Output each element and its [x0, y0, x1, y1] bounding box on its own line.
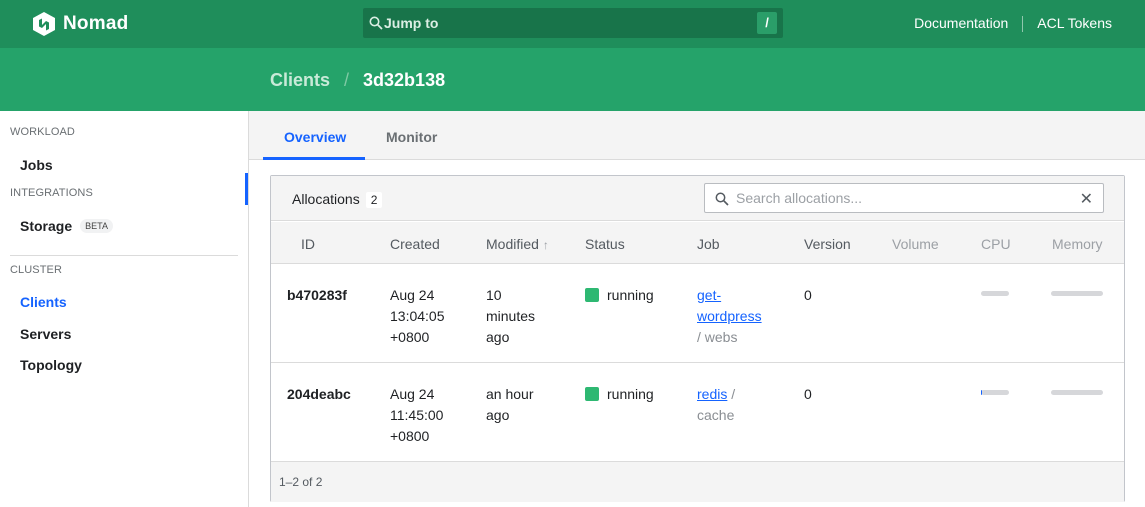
modified-line: 10: [486, 287, 502, 303]
table-footer: 1–2 of 2: [271, 462, 1124, 502]
sort-ascending-icon: ↑: [542, 238, 549, 252]
sidebar-active-indicator: [245, 173, 248, 205]
top-links: Documentation ACL Tokens: [914, 15, 1112, 32]
memory-usage-bar: [1051, 291, 1103, 296]
top-nav: Nomad Jump to / Documentation ACL Tokens: [0, 0, 1145, 48]
allocation-modified: an hour ago: [486, 384, 533, 426]
running-status-icon: [585, 387, 599, 401]
sidebar-item-servers[interactable]: Servers: [20, 326, 71, 342]
sidebar-section-integrations: INTEGRATIONS: [10, 187, 93, 199]
link-divider: [1022, 16, 1024, 32]
cpu-usage-fill: [981, 390, 982, 395]
created-time: 11:45:00: [390, 407, 444, 423]
tab-bar: Overview Monitor: [249, 111, 1145, 160]
sidebar-item-storage-label: Storage: [20, 218, 73, 234]
allocation-version: 0: [804, 287, 812, 303]
allocation-job: get- wordpress / webs: [697, 285, 762, 348]
allocation-created: Aug 24 13:04:05 +0800: [390, 285, 445, 348]
search-icon: [369, 16, 383, 30]
task-group-name: / webs: [697, 329, 738, 345]
job-separator: /: [731, 386, 736, 402]
cpu-usage-bar: [981, 291, 1009, 296]
acl-tokens-link[interactable]: ACL Tokens: [1037, 15, 1112, 32]
modified-line: an hour: [486, 386, 534, 402]
tab-active-underline: [263, 157, 365, 160]
task-group-name: cache: [697, 407, 735, 423]
clear-search-icon[interactable]: ✕: [1080, 189, 1093, 209]
allocation-search: ✕: [704, 183, 1104, 213]
sidebar-item-clients[interactable]: Clients: [20, 294, 67, 310]
table-row[interactable]: b470283f Aug 24 13:04:05 +0800 10 minute…: [271, 264, 1124, 363]
allocation-job: redis / cache: [697, 384, 735, 426]
column-modified[interactable]: Modified ↑: [486, 236, 549, 252]
breadcrumb-current: 3d32b138: [363, 70, 446, 90]
column-memory: Memory: [1052, 236, 1103, 252]
pagination-info: 1–2 of 2: [279, 475, 323, 489]
jump-shortcut-key: /: [757, 12, 777, 34]
column-job[interactable]: Job: [697, 236, 720, 252]
table-header: ID Created Modified ↑ Status Job Version…: [271, 222, 1124, 264]
job-link[interactable]: get-: [697, 287, 721, 303]
column-cpu: CPU: [981, 236, 1011, 252]
sidebar: WORKLOAD Jobs INTEGRATIONS Storage BETA C…: [0, 111, 249, 507]
allocations-header: Allocations 2 ✕: [271, 176, 1124, 221]
created-date: Aug 24: [390, 386, 435, 402]
brand-name: Nomad: [63, 13, 129, 34]
allocation-status: running: [585, 384, 654, 405]
column-volume: Volume: [892, 236, 939, 252]
table-row[interactable]: 204deabc Aug 24 11:45:00 +0800 an hour a…: [271, 363, 1124, 462]
allocations-panel: Allocations 2 ✕ ID Created Modified ↑ Sta…: [270, 175, 1125, 502]
breadcrumb-clients-link[interactable]: Clients: [270, 70, 330, 91]
modified-line: minutes: [486, 308, 536, 324]
cpu-usage-bar: [981, 390, 1009, 395]
status-text: running: [607, 287, 654, 303]
search-icon: [715, 192, 729, 206]
breadcrumb-separator: /: [344, 70, 350, 90]
sidebar-item-topology[interactable]: Topology: [20, 357, 82, 373]
sidebar-section-workload: WORKLOAD: [10, 126, 75, 138]
sidebar-section-cluster: CLUSTER: [10, 264, 63, 276]
allocation-version: 0: [804, 386, 812, 402]
sidebar-item-jobs[interactable]: Jobs: [20, 157, 53, 173]
running-status-icon: [585, 288, 599, 302]
jump-to-label: Jump to: [384, 15, 439, 31]
allocation-created: Aug 24 11:45:00 +0800: [390, 384, 443, 447]
modified-line: ago: [486, 407, 510, 423]
memory-usage-bar: [1051, 390, 1103, 395]
column-modified-label: Modified: [486, 236, 539, 252]
column-status[interactable]: Status: [585, 236, 625, 252]
column-created[interactable]: Created: [390, 236, 440, 252]
breadcrumb-bar: Clients / 3d32b138: [0, 48, 1145, 111]
documentation-link[interactable]: Documentation: [914, 15, 1008, 32]
column-version[interactable]: Version: [804, 236, 851, 252]
tab-overview[interactable]: Overview: [284, 129, 346, 145]
status-text: running: [607, 386, 654, 402]
allocations-count-badge: 2: [365, 192, 383, 208]
breadcrumb: Clients / 3d32b138: [270, 70, 445, 91]
created-date: Aug 24: [390, 287, 435, 303]
tab-monitor[interactable]: Monitor: [386, 129, 437, 145]
job-link[interactable]: wordpress: [697, 308, 762, 324]
brand-link[interactable]: Nomad: [33, 12, 128, 36]
allocation-status: running: [585, 285, 654, 306]
allocation-id[interactable]: 204deabc: [287, 384, 351, 405]
sidebar-divider: [10, 255, 238, 256]
created-tz: +0800: [390, 428, 430, 444]
created-time: 13:04:05: [390, 308, 445, 324]
nomad-logo-icon: [33, 12, 55, 36]
jump-to-search[interactable]: Jump to /: [363, 8, 783, 38]
modified-line: ago: [486, 329, 510, 345]
job-link[interactable]: redis: [697, 386, 727, 402]
beta-badge: BETA: [80, 219, 113, 233]
allocation-id[interactable]: b470283f: [287, 285, 347, 306]
allocations-title-label: Allocations: [292, 191, 360, 207]
allocation-modified: 10 minutes ago: [486, 285, 535, 348]
allocation-search-input[interactable]: [736, 189, 1066, 207]
created-tz: +0800: [390, 329, 430, 345]
sidebar-item-storage[interactable]: Storage BETA: [20, 218, 113, 234]
allocations-title: Allocations 2: [292, 191, 383, 208]
column-id[interactable]: ID: [301, 236, 315, 252]
